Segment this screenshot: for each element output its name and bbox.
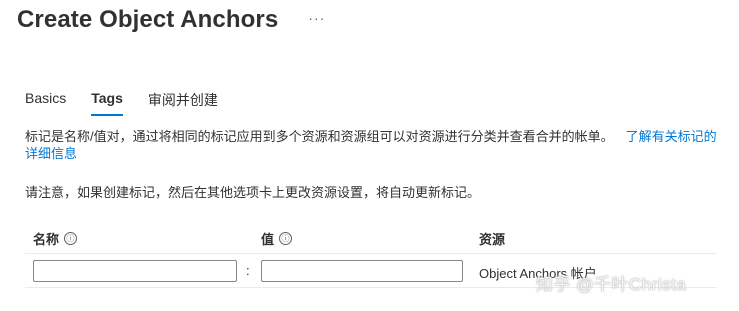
table-row: : Object Anchors 帐户 bbox=[25, 257, 717, 288]
column-value-label: 值 bbox=[261, 232, 275, 247]
page-title: Create Object Anchors bbox=[17, 6, 279, 33]
column-header-name: 名称 ⓘ bbox=[33, 229, 78, 248]
tab-tags[interactable]: Tags bbox=[91, 90, 123, 116]
tab-review-create[interactable]: 审阅并创建 bbox=[148, 90, 218, 116]
resource-type: Object Anchors 帐户 bbox=[479, 266, 597, 281]
tab-basics[interactable]: Basics bbox=[25, 90, 66, 116]
name-value-separator: : bbox=[246, 263, 250, 278]
info-icon[interactable]: ⓘ bbox=[279, 232, 293, 245]
column-header-resource: 资源 bbox=[479, 229, 505, 248]
column-resource-label: 资源 bbox=[479, 232, 506, 247]
column-header-value: 值 ⓘ bbox=[261, 229, 293, 248]
tag-value-input[interactable] bbox=[261, 260, 463, 282]
tags-table-header: 名称 ⓘ 值 ⓘ 资源 bbox=[25, 229, 717, 254]
more-options-button[interactable]: ··· bbox=[304, 9, 329, 27]
update-notice: 请注意，如果创建标记，然后在其他选项卡上更改资源设置，将自动更新标记。 bbox=[25, 185, 481, 200]
tag-name-input[interactable] bbox=[33, 260, 237, 282]
description-text: 标记是名称/值对，通过将相同的标记应用到多个资源和资源组可以对资源进行分类并查看… bbox=[25, 129, 614, 144]
info-icon[interactable]: ⓘ bbox=[64, 232, 78, 245]
page-header: Create Object Anchors ··· bbox=[17, 6, 329, 34]
tags-description: 标记是名称/值对，通过将相同的标记应用到多个资源和资源组可以对资源进行分类并查看… bbox=[25, 128, 725, 162]
column-name-label: 名称 bbox=[33, 232, 60, 247]
tab-bar: Basics Tags 审阅并创建 bbox=[25, 90, 243, 116]
